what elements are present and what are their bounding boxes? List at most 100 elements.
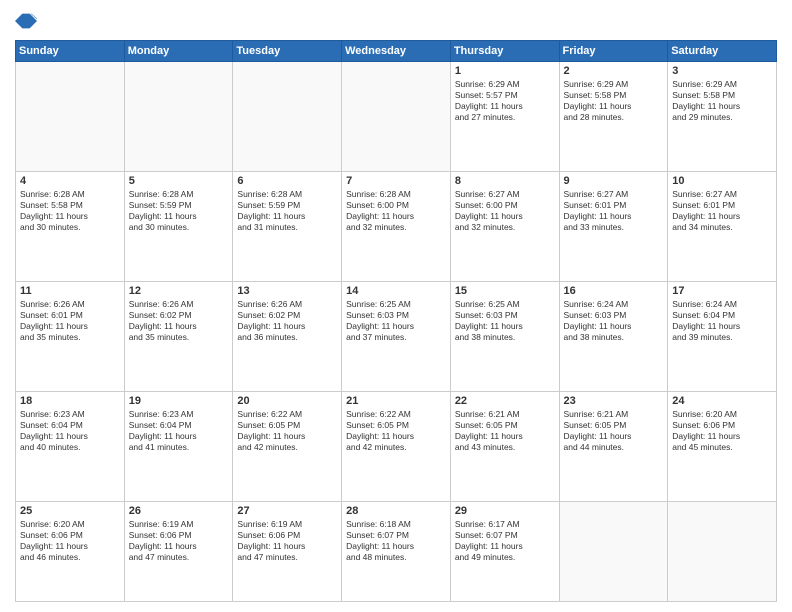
- week-row-1: 1 Sunrise: 6:29 AM Sunset: 5:57 PM Daylig…: [16, 62, 777, 172]
- day-number: 8: [455, 175, 555, 187]
- calendar-cell: 20 Sunrise: 6:22 AM Sunset: 6:05 PM Dayli…: [233, 391, 342, 501]
- cell-content: Sunrise: 6:28 AM Sunset: 5:59 PM Dayligh…: [129, 189, 229, 233]
- day-number: 28: [346, 505, 446, 517]
- day-number: 12: [129, 285, 229, 297]
- calendar-cell: [233, 62, 342, 172]
- day-number: 19: [129, 395, 229, 407]
- cell-content: Sunrise: 6:25 AM Sunset: 6:03 PM Dayligh…: [346, 299, 446, 343]
- day-number: 23: [564, 395, 664, 407]
- day-header-monday: Monday: [124, 41, 233, 62]
- week-row-3: 11Sunrise: 6:26 AM Sunset: 6:01 PM Dayli…: [16, 281, 777, 391]
- calendar-cell: [124, 62, 233, 172]
- cell-content: Sunrise: 6:29 AM Sunset: 5:58 PM Dayligh…: [672, 79, 772, 123]
- cell-content: Sunrise: 6:29 AM Sunset: 5:57 PM Dayligh…: [455, 79, 555, 123]
- cell-content: Sunrise: 6:23 AM Sunset: 6:04 PM Dayligh…: [20, 409, 120, 453]
- calendar-cell: 26 Sunrise: 6:19 AM Sunset: 6:06 PM Dayli…: [124, 501, 233, 602]
- cell-content: Sunrise: 6:21 AM Sunset: 6:05 PM Dayligh…: [455, 409, 555, 453]
- calendar-cell: 21 Sunrise: 6:22 AM Sunset: 6:05 PM Dayli…: [342, 391, 451, 501]
- calendar-cell: 1 Sunrise: 6:29 AM Sunset: 5:57 PM Daylig…: [450, 62, 559, 172]
- calendar-cell: 3 Sunrise: 6:29 AM Sunset: 5:58 PM Daylig…: [668, 62, 777, 172]
- cell-content: Sunrise: 6:21 AM Sunset: 6:05 PM Dayligh…: [564, 409, 664, 453]
- day-header-tuesday: Tuesday: [233, 41, 342, 62]
- day-number: 17: [672, 285, 772, 297]
- day-header-thursday: Thursday: [450, 41, 559, 62]
- calendar-cell: [559, 501, 668, 602]
- day-number: 13: [237, 285, 337, 297]
- cell-content: Sunrise: 6:20 AM Sunset: 6:06 PM Dayligh…: [672, 409, 772, 453]
- week-row-4: 18Sunrise: 6:23 AM Sunset: 6:04 PM Dayli…: [16, 391, 777, 501]
- cell-content: Sunrise: 6:24 AM Sunset: 6:03 PM Dayligh…: [564, 299, 664, 343]
- day-number: 4: [20, 175, 120, 187]
- cell-content: Sunrise: 6:27 AM Sunset: 6:01 PM Dayligh…: [672, 189, 772, 233]
- calendar-table: SundayMondayTuesdayWednesdayThursdayFrid…: [15, 40, 777, 602]
- day-header-sunday: Sunday: [16, 41, 125, 62]
- calendar-cell: 4 Sunrise: 6:28 AM Sunset: 5:58 PM Daylig…: [16, 171, 125, 281]
- day-number: 16: [564, 285, 664, 297]
- cell-content: Sunrise: 6:19 AM Sunset: 6:06 PM Dayligh…: [237, 519, 337, 563]
- calendar-cell: 29 Sunrise: 6:17 AM Sunset: 6:07 PM Dayli…: [450, 501, 559, 602]
- header-row: SundayMondayTuesdayWednesdayThursdayFrid…: [16, 41, 777, 62]
- cell-content: Sunrise: 6:17 AM Sunset: 6:07 PM Dayligh…: [455, 519, 555, 563]
- logo-icon: [15, 10, 37, 32]
- cell-content: Sunrise: 6:28 AM Sunset: 5:59 PM Dayligh…: [237, 189, 337, 233]
- logo: [15, 10, 41, 32]
- calendar-cell: 17 Sunrise: 6:24 AM Sunset: 6:04 PM Dayli…: [668, 281, 777, 391]
- calendar-cell: 12 Sunrise: 6:26 AM Sunset: 6:02 PM Dayli…: [124, 281, 233, 391]
- header: [15, 10, 777, 32]
- day-number: 1: [455, 65, 555, 77]
- calendar-cell: [668, 501, 777, 602]
- calendar-cell: 14 Sunrise: 6:25 AM Sunset: 6:03 PM Dayli…: [342, 281, 451, 391]
- cell-content: Sunrise: 6:27 AM Sunset: 6:00 PM Dayligh…: [455, 189, 555, 233]
- calendar-cell: 7 Sunrise: 6:28 AM Sunset: 6:00 PM Daylig…: [342, 171, 451, 281]
- calendar-cell: 11Sunrise: 6:26 AM Sunset: 6:01 PM Dayli…: [16, 281, 125, 391]
- cell-content: Sunrise: 6:24 AM Sunset: 6:04 PM Dayligh…: [672, 299, 772, 343]
- calendar-cell: 27 Sunrise: 6:19 AM Sunset: 6:06 PM Dayli…: [233, 501, 342, 602]
- day-number: 27: [237, 505, 337, 517]
- day-number: 25: [20, 505, 120, 517]
- calendar-cell: 16 Sunrise: 6:24 AM Sunset: 6:03 PM Dayli…: [559, 281, 668, 391]
- cell-content: Sunrise: 6:29 AM Sunset: 5:58 PM Dayligh…: [564, 79, 664, 123]
- day-header-wednesday: Wednesday: [342, 41, 451, 62]
- calendar-cell: 15Sunrise: 6:25 AM Sunset: 6:03 PM Dayli…: [450, 281, 559, 391]
- day-number: 7: [346, 175, 446, 187]
- day-number: 2: [564, 65, 664, 77]
- day-number: 14: [346, 285, 446, 297]
- cell-content: Sunrise: 6:22 AM Sunset: 6:05 PM Dayligh…: [237, 409, 337, 453]
- week-row-5: 25 Sunrise: 6:20 AM Sunset: 6:06 PM Dayli…: [16, 501, 777, 602]
- cell-content: Sunrise: 6:28 AM Sunset: 6:00 PM Dayligh…: [346, 189, 446, 233]
- day-number: 29: [455, 505, 555, 517]
- page: SundayMondayTuesdayWednesdayThursdayFrid…: [0, 0, 792, 612]
- day-number: 10: [672, 175, 772, 187]
- calendar-cell: 19 Sunrise: 6:23 AM Sunset: 6:04 PM Dayli…: [124, 391, 233, 501]
- calendar-cell: 25 Sunrise: 6:20 AM Sunset: 6:06 PM Dayli…: [16, 501, 125, 602]
- cell-content: Sunrise: 6:22 AM Sunset: 6:05 PM Dayligh…: [346, 409, 446, 453]
- cell-content: Sunrise: 6:28 AM Sunset: 5:58 PM Dayligh…: [20, 189, 120, 233]
- day-number: 6: [237, 175, 337, 187]
- day-number: 26: [129, 505, 229, 517]
- calendar-cell: 5 Sunrise: 6:28 AM Sunset: 5:59 PM Daylig…: [124, 171, 233, 281]
- calendar-cell: 28Sunrise: 6:18 AM Sunset: 6:07 PM Dayli…: [342, 501, 451, 602]
- calendar-cell: 8 Sunrise: 6:27 AM Sunset: 6:00 PM Daylig…: [450, 171, 559, 281]
- calendar-cell: 18Sunrise: 6:23 AM Sunset: 6:04 PM Dayli…: [16, 391, 125, 501]
- calendar-cell: 13Sunrise: 6:26 AM Sunset: 6:02 PM Dayli…: [233, 281, 342, 391]
- calendar-cell: 10 Sunrise: 6:27 AM Sunset: 6:01 PM Dayli…: [668, 171, 777, 281]
- cell-content: Sunrise: 6:26 AM Sunset: 6:01 PM Dayligh…: [20, 299, 120, 343]
- day-number: 20: [237, 395, 337, 407]
- calendar-cell: 6 Sunrise: 6:28 AM Sunset: 5:59 PM Daylig…: [233, 171, 342, 281]
- calendar-cell: 24Sunrise: 6:20 AM Sunset: 6:06 PM Dayli…: [668, 391, 777, 501]
- day-header-saturday: Saturday: [668, 41, 777, 62]
- cell-content: Sunrise: 6:26 AM Sunset: 6:02 PM Dayligh…: [129, 299, 229, 343]
- calendar-cell: 9Sunrise: 6:27 AM Sunset: 6:01 PM Daylig…: [559, 171, 668, 281]
- calendar-cell: 22 Sunrise: 6:21 AM Sunset: 6:05 PM Dayli…: [450, 391, 559, 501]
- cell-content: Sunrise: 6:20 AM Sunset: 6:06 PM Dayligh…: [20, 519, 120, 563]
- cell-content: Sunrise: 6:19 AM Sunset: 6:06 PM Dayligh…: [129, 519, 229, 563]
- calendar-cell: [16, 62, 125, 172]
- day-number: 21: [346, 395, 446, 407]
- week-row-2: 4 Sunrise: 6:28 AM Sunset: 5:58 PM Daylig…: [16, 171, 777, 281]
- calendar-cell: [342, 62, 451, 172]
- day-number: 5: [129, 175, 229, 187]
- day-number: 3: [672, 65, 772, 77]
- cell-content: Sunrise: 6:25 AM Sunset: 6:03 PM Dayligh…: [455, 299, 555, 343]
- cell-content: Sunrise: 6:23 AM Sunset: 6:04 PM Dayligh…: [129, 409, 229, 453]
- day-number: 22: [455, 395, 555, 407]
